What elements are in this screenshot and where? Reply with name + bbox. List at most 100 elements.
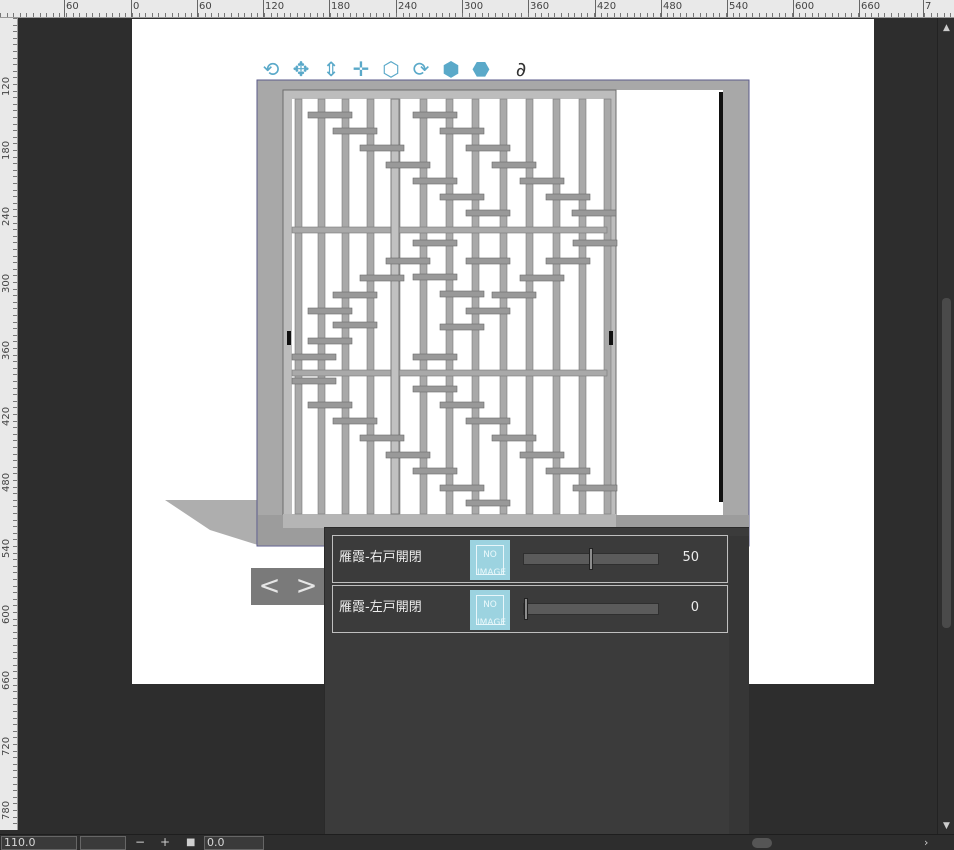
lattice-crosspiece [465,257,511,265]
lattice-crosspiece [519,177,565,185]
lattice-crosspiece [359,274,405,282]
lattice-crosspiece [572,239,618,247]
scroll-down-icon[interactable]: ▼ [940,820,953,832]
zoom-slider[interactable] [80,836,126,850]
no-image-icon: NO IMAGE [476,545,506,578]
zoom-out-button[interactable]: − [135,835,145,850]
lattice-crosspiece [491,434,537,442]
lattice-crosspiece [465,499,511,507]
lattice-crosspiece [545,257,591,265]
lattice-bar [341,98,350,515]
lattice-crosspiece [545,467,591,475]
lattice-crosspiece [519,274,565,282]
parameter-label: 雁霞-左戸開閉 [339,600,422,615]
lattice-crosspiece [439,323,485,331]
zoom-in-button[interactable]: + [160,835,170,850]
parameter-thumbnail: NO IMAGE [470,540,510,580]
next-button[interactable]: > [288,568,325,605]
lattice-bar [603,98,612,515]
parameter-value: 0 [690,600,699,615]
sash-handle-left [287,331,291,345]
lattice-crosspiece [412,385,458,393]
lattice-crosspiece [332,417,378,425]
snap-magnet-icon[interactable]: ∂ [508,55,534,83]
lattice-bar [471,98,480,515]
lattice-bar [578,98,587,515]
lattice-crosspiece [412,467,458,475]
sash-handle-right [609,331,613,345]
rotation-angle-field[interactable]: 0.0 [204,836,264,850]
panel-scrollbar[interactable] [729,536,749,850]
lattice-crosspiece [412,353,458,361]
object-manipulator-toolbar: ⟲ ✥ ⇕ ✛ ⬡ ⟳ ⬢ ⬣ ∂ [258,55,534,85]
status-bar: 110.0 − + ■ 0.0 › [0,834,954,850]
slider-handle[interactable] [524,598,528,620]
parameter-row[interactable]: 雁霞-右戸開閉 NO IMAGE 50 [332,535,728,583]
horizontal-scrollbar-thumb[interactable] [752,838,772,848]
lattice-crosspiece [332,321,378,329]
lattice-rail [291,369,608,377]
camera-pan-icon[interactable]: ✥ [288,55,314,83]
camera-rotate-icon[interactable]: ⟲ [258,55,284,83]
lattice-crosspiece [439,290,485,298]
prev-button[interactable]: < [251,568,288,605]
lattice-crosspiece [491,291,537,299]
app-window: 60 0 60 120 180 240 300 360 420 480 540 600 660 7 120… [0,0,954,850]
fit-screen-icon[interactable]: ■ [186,835,195,850]
lattice-crosspiece [412,111,458,119]
lattice-bar [294,98,303,515]
lattice-crosspiece [412,177,458,185]
rotate-y-object-icon[interactable]: ⟳ [408,55,434,83]
lattice-crosspiece [291,377,337,385]
lattice-crosspiece [465,417,511,425]
lattice-crosspiece [465,209,511,217]
camera-dolly-icon[interactable]: ⇕ [318,55,344,83]
scrollbar-thumb[interactable] [942,298,951,628]
object-nav-strip: < > [251,568,325,605]
right-opening-edge [719,92,723,502]
lattice-crosspiece [519,451,565,459]
parameter-thumbnail: NO IMAGE [470,590,510,630]
lattice-crosspiece [385,257,431,265]
lattice-crosspiece [359,434,405,442]
lattice-bar [317,98,326,515]
lattice-crosspiece [307,307,353,315]
lattice-crosspiece [307,401,353,409]
object-parameter-panel: 雁霞-右戸開閉 NO IMAGE 50 雁霞-左戸開閉 NO IMAGE 0 [324,527,749,850]
lattice-rail [291,226,608,234]
scale-object-icon[interactable]: ⬣ [468,55,494,83]
lattice-crosspiece [332,291,378,299]
lattice-crosspiece [439,401,485,409]
slider-handle[interactable] [589,548,593,570]
lattice-crosspiece [307,111,353,119]
lattice-bar [499,98,508,515]
lattice-crosspiece [439,127,485,135]
parameter-slider[interactable] [523,598,659,620]
lattice-crosspiece [439,193,485,201]
lattice-crosspiece [385,161,431,169]
lattice-bar [445,98,454,515]
parameter-value: 50 [682,550,699,565]
rotate-object-icon[interactable]: ⬡ [378,55,404,83]
lattice-crosspiece [291,353,337,361]
no-image-icon: NO IMAGE [476,595,506,628]
lattice-crosspiece [545,193,591,201]
parameter-row[interactable]: 雁霞-左戸開閉 NO IMAGE 0 [332,585,728,633]
rotate-x-object-icon[interactable]: ⬢ [438,55,464,83]
lattice-bar [366,98,375,515]
parameter-label: 雁霞-右戸開閉 [339,550,422,565]
scroll-up-icon[interactable]: ▲ [940,22,953,34]
lattice-crosspiece [465,307,511,315]
lattice-crosspiece [491,161,537,169]
zoom-field[interactable]: 110.0 [1,836,77,850]
bottom-rail-sash [283,514,616,528]
move-object-icon[interactable]: ✛ [348,55,374,83]
parameter-slider[interactable] [523,548,659,570]
scroll-right-icon[interactable]: › [924,835,928,850]
object-shadow [165,500,258,545]
lattice-crosspiece [359,144,405,152]
vertical-scrollbar[interactable]: ▲ ▼ [937,18,954,834]
lattice-crosspiece [439,484,485,492]
lattice-crosspiece [412,239,458,247]
lattice-crosspiece [307,337,353,345]
